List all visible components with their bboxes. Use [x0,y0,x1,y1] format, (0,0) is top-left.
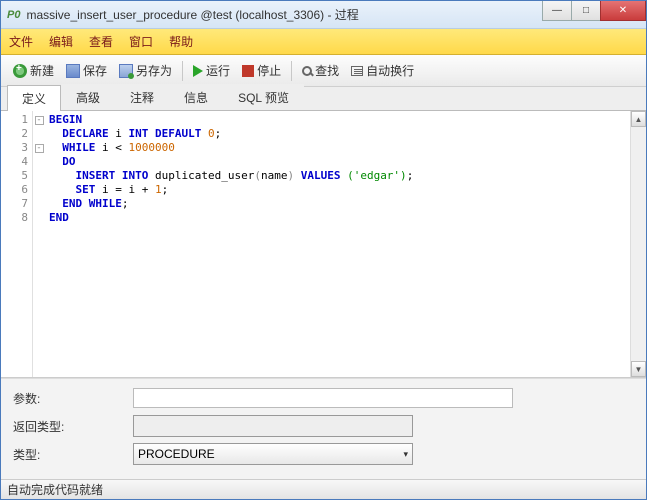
return-type-combo[interactable] [133,415,413,437]
search-icon [302,66,312,76]
saveas-icon [119,64,133,78]
save-icon [66,64,80,78]
save-label: 保存 [83,62,107,79]
line-number: 3 [1,141,32,155]
editor: 1 2 3 4 5 6 7 8 - - BEGIN DECLARE i INT … [1,111,646,378]
line-number: 2 [1,127,32,141]
new-icon [13,64,27,78]
bottom-form: 参数: 返回类型: 类型: PROCEDURE ▾ [1,378,646,479]
wrap-button[interactable]: 自动换行 [345,59,420,82]
menu-edit[interactable]: 编辑 [49,33,73,50]
tab-comment[interactable]: 注释 [115,84,169,110]
new-button[interactable]: 新建 [7,59,60,82]
fold-column: - - [33,111,45,377]
line-number: 1 [1,113,32,127]
maximize-button[interactable]: □ [571,1,601,21]
separator [291,61,292,81]
stop-button[interactable]: 停止 [236,59,287,82]
menu-file[interactable]: 文件 [9,33,33,50]
minimize-button[interactable]: — [542,1,572,21]
fold-icon[interactable]: - [35,116,44,125]
run-label: 运行 [206,62,230,79]
status-text: 自动完成代码就绪 [7,481,103,498]
params-input[interactable] [133,388,513,408]
menu-view[interactable]: 查看 [89,33,113,50]
saveas-button[interactable]: 另存为 [113,59,178,82]
chevron-down-icon: ▾ [403,449,408,460]
wrap-label: 自动换行 [366,62,414,79]
saveas-label: 另存为 [136,62,172,79]
save-button[interactable]: 保存 [60,59,113,82]
titlebar: P0 massive_insert_user_procedure @test (… [1,1,646,29]
wrap-icon [351,66,363,76]
window: P0 massive_insert_user_procedure @test (… [0,0,647,500]
line-number: 5 [1,169,32,183]
stop-label: 停止 [257,62,281,79]
fold-icon[interactable]: - [35,144,44,153]
line-number: 6 [1,183,32,197]
line-number: 8 [1,211,32,225]
window-title: massive_insert_user_procedure @test (loc… [26,6,543,23]
window-buttons: — □ ✕ [543,1,646,28]
menu-help[interactable]: 帮助 [169,33,193,50]
tab-info[interactable]: 信息 [169,84,223,110]
type-combo[interactable]: PROCEDURE ▾ [133,443,413,465]
params-label: 参数: [13,390,133,407]
statusbar: 自动完成代码就绪 [1,479,646,499]
line-gutter: 1 2 3 4 5 6 7 8 [1,111,33,377]
run-icon [193,65,203,77]
tab-sql-preview[interactable]: SQL 预览 [223,84,304,110]
find-label: 查找 [315,62,339,79]
separator [182,61,183,81]
new-label: 新建 [30,62,54,79]
line-number: 7 [1,197,32,211]
tab-definition[interactable]: 定义 [7,85,61,111]
stop-icon [242,65,254,77]
run-button[interactable]: 运行 [187,59,236,82]
menu-window[interactable]: 窗口 [129,33,153,50]
find-button[interactable]: 查找 [296,59,345,82]
return-type-label: 返回类型: [13,418,133,435]
scrollbar-vertical[interactable]: ▲ ▼ [630,111,646,377]
tab-advanced[interactable]: 高级 [61,84,115,110]
scroll-up-icon[interactable]: ▲ [631,111,646,127]
scroll-down-icon[interactable]: ▼ [631,361,646,377]
type-value: PROCEDURE [138,447,215,461]
toolbar: 新建 保存 另存为 运行 停止 查找 自动换行 [1,55,646,87]
close-button[interactable]: ✕ [600,1,646,21]
app-icon: P0 [7,9,20,21]
line-number: 4 [1,155,32,169]
code-area[interactable]: BEGIN DECLARE i INT DEFAULT 0; WHILE i <… [45,111,630,377]
menubar: 文件 编辑 查看 窗口 帮助 [1,29,646,55]
type-label: 类型: [13,446,133,463]
tabs: 定义 高级 注释 信息 SQL 预览 [1,87,646,111]
